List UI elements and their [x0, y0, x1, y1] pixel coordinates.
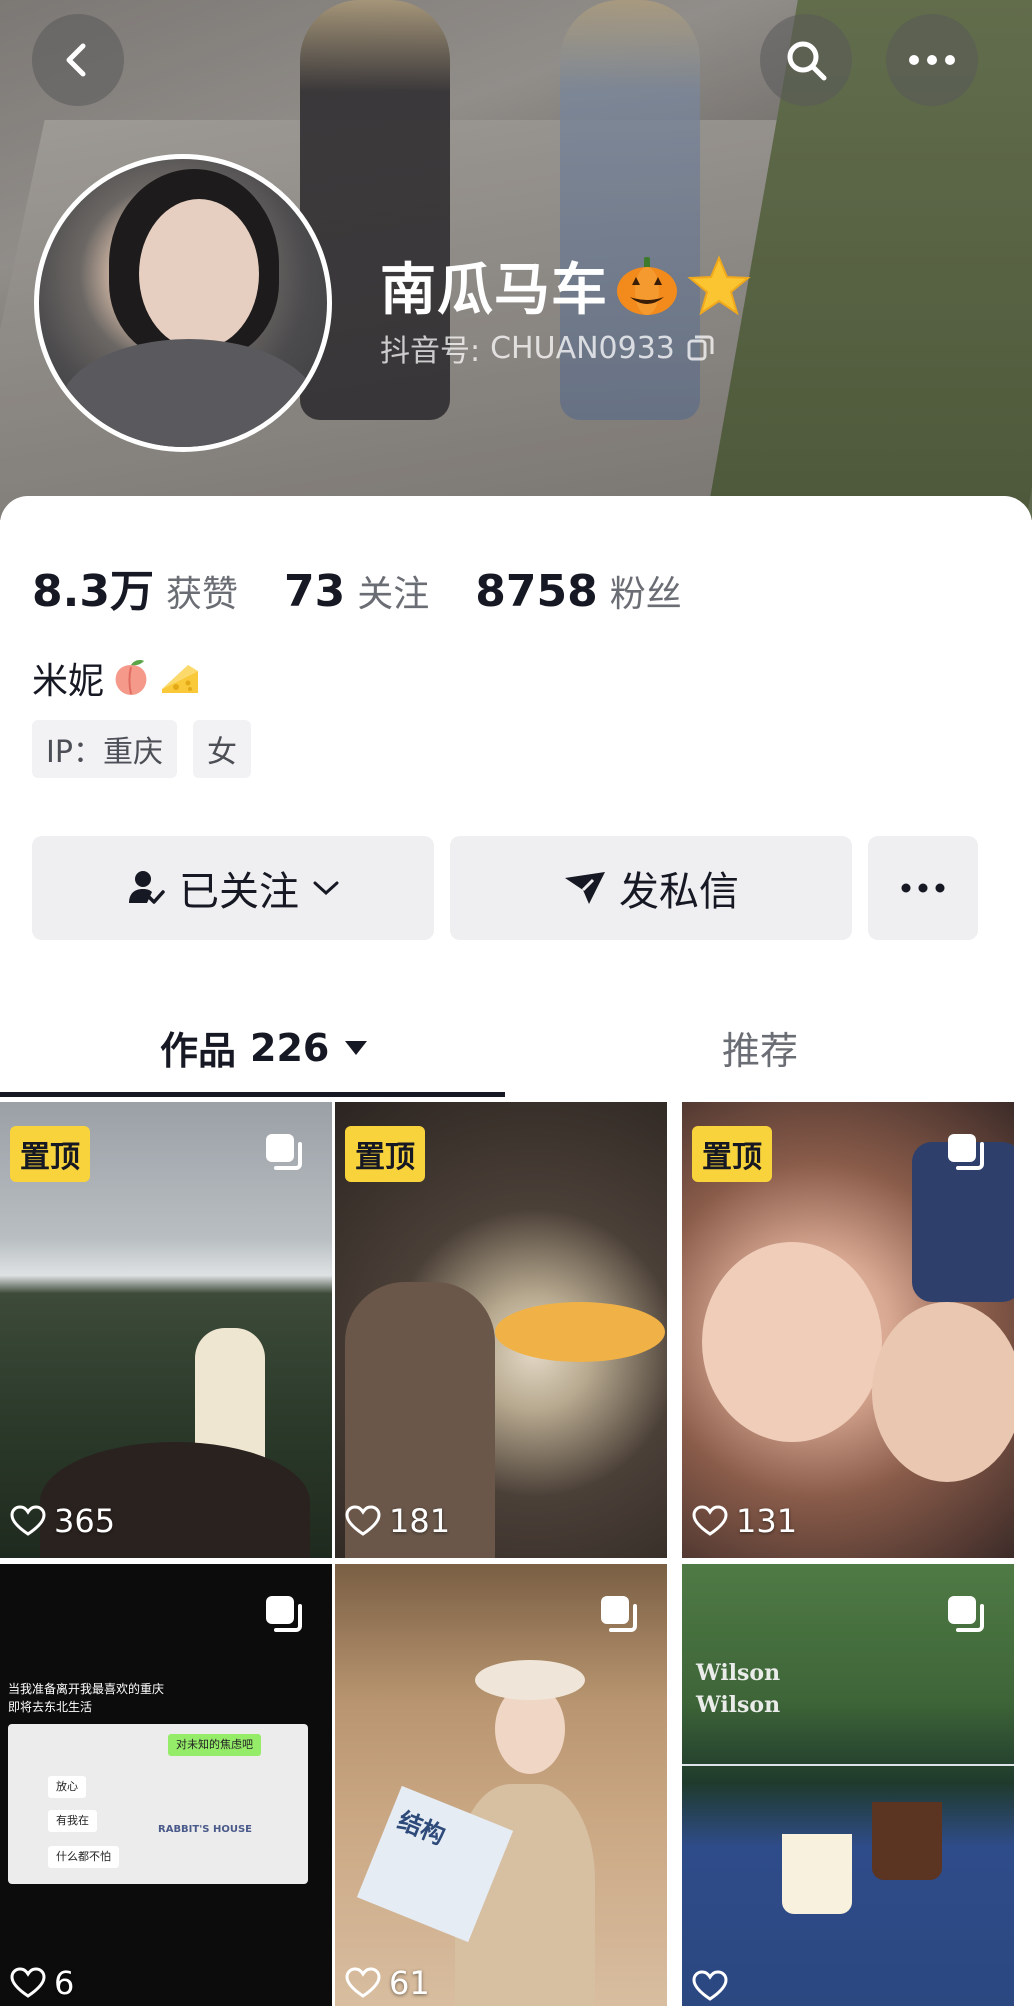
- like-count: 61: [345, 1964, 430, 2002]
- multi-image-icon: [948, 1134, 984, 1170]
- caret-down-icon[interactable]: [343, 1038, 369, 1058]
- stat-followers-count: 8758: [475, 566, 598, 617]
- like-count-value: 61: [389, 1964, 430, 2002]
- content-tabs: 作品 226 推荐: [0, 1010, 1032, 1100]
- more-dots-icon: [909, 55, 955, 65]
- follow-button[interactable]: 已关注: [32, 836, 434, 940]
- chevron-down-icon: [313, 881, 339, 896]
- like-count-value: 181: [389, 1502, 451, 1540]
- chevron-left-icon: [66, 43, 86, 77]
- profile-name-text: 南瓜马车: [380, 258, 608, 323]
- video-tile[interactable]: 置顶 181: [335, 1102, 667, 1558]
- multi-image-icon: [601, 1596, 637, 1632]
- stat-followers-label: 粉丝: [609, 574, 682, 615]
- like-count-value: 131: [736, 1502, 798, 1540]
- avatar[interactable]: [34, 154, 332, 452]
- multi-image-icon: [266, 1596, 302, 1632]
- douyin-id[interactable]: 抖音号: CHUAN0933: [380, 326, 715, 370]
- active-tab-indicator: [0, 1092, 505, 1097]
- chat-caption: 当我准备离开我最喜欢的重庆 即将去东北生活: [8, 1682, 165, 1714]
- bio: 米妮: [32, 652, 202, 704]
- stat-following-count: 73: [283, 566, 346, 617]
- like-count-value: 6: [54, 1964, 75, 2002]
- search-icon: [787, 41, 827, 81]
- tab-works-count: 226: [250, 1025, 330, 1070]
- stats-row: 8.3万 获赞 73 关注 8758 粉丝: [32, 555, 728, 619]
- video-tile[interactable]: 当我准备离开我最喜欢的重庆 即将去东北生活 对未知的焦虑吧 放心 有我在 什么都…: [0, 1564, 332, 2006]
- more-dots-icon: [901, 883, 945, 893]
- message-button[interactable]: 发私信: [450, 836, 852, 940]
- tab-works[interactable]: 作品 226: [160, 1020, 369, 1075]
- star-emoji-icon: [687, 254, 751, 315]
- like-count: 365: [10, 1502, 115, 1540]
- profile-name: 南瓜马车: [380, 245, 752, 326]
- video-tile[interactable]: 置顶 131: [682, 1102, 1014, 1558]
- stat-following-label: 关注: [357, 574, 430, 615]
- like-count: 6: [10, 1964, 74, 2002]
- more-actions-button[interactable]: [868, 836, 978, 940]
- search-button[interactable]: [760, 14, 852, 106]
- more-button[interactable]: [886, 14, 978, 106]
- ip-location-tag: IP：重庆: [32, 720, 177, 778]
- gender-tag: 女: [192, 720, 251, 778]
- douyin-id-label: 抖音号:: [380, 334, 481, 369]
- copy-icon[interactable]: [685, 333, 715, 363]
- heart-icon: [345, 1505, 381, 1536]
- video-tile[interactable]: 置顶 365: [0, 1102, 332, 1558]
- stat-following[interactable]: 73 关注: [284, 565, 429, 617]
- cheese-emoji-icon: [162, 665, 199, 693]
- pumpkin-emoji-icon: [617, 256, 677, 315]
- chat-screenshot: 对未知的焦虑吧 放心 有我在 什么都不怕 RABBIT'S HOUSE: [8, 1724, 308, 1884]
- heart-icon: [692, 1505, 728, 1536]
- stat-likes-label: 获赞: [165, 574, 238, 615]
- heart-icon: [692, 1970, 728, 2001]
- user-check-icon: [129, 871, 165, 904]
- like-count-value: 365: [54, 1502, 116, 1540]
- like-count: 181: [345, 1502, 450, 1540]
- heart-icon: [345, 1967, 381, 1998]
- message-button-label: 发私信: [619, 869, 739, 915]
- pinned-badge: 置顶: [345, 1126, 425, 1182]
- douyin-id-value: CHUAN0933: [490, 330, 675, 366]
- peach-emoji-icon: [115, 660, 147, 695]
- stat-likes-count: 8.3万: [32, 566, 154, 617]
- like-count: 131: [692, 1502, 797, 1540]
- pinned-badge: 置顶: [692, 1126, 772, 1182]
- video-tile[interactable]: 结构 61: [335, 1564, 667, 2006]
- heart-icon: [10, 1967, 46, 1998]
- stat-followers[interactable]: 8758 粉丝: [475, 565, 681, 617]
- heart-icon: [10, 1505, 46, 1536]
- tags-row: IP：重庆 女: [32, 720, 251, 778]
- back-button[interactable]: [32, 14, 124, 106]
- video-tile[interactable]: Wilson Wilson: [682, 1564, 1014, 2006]
- pinned-badge: 置顶: [10, 1126, 90, 1182]
- tab-recommend[interactable]: 推荐: [722, 1020, 798, 1075]
- video-grid: 置顶 365 置顶 181 置顶 131 当我准备离开我最喜欢的重庆 即将去东北…: [0, 1102, 1032, 2006]
- tab-works-label: 作品: [160, 1029, 237, 1073]
- send-icon: [565, 872, 605, 904]
- like-count: [692, 1970, 736, 2002]
- follow-button-label: 已关注: [179, 869, 299, 915]
- multi-image-icon: [266, 1134, 302, 1170]
- stat-likes[interactable]: 8.3万 获赞: [32, 555, 238, 619]
- bio-text: 米妮: [32, 661, 105, 702]
- multi-image-icon: [948, 1596, 984, 1632]
